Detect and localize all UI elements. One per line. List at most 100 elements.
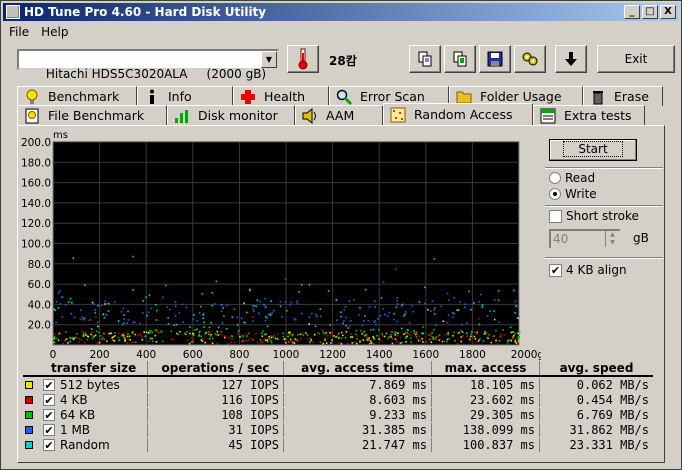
series-checkbox[interactable]: ✔	[43, 393, 55, 406]
magnifier-icon	[336, 89, 352, 105]
scatter-point	[322, 342, 325, 345]
scatter-point	[162, 296, 164, 299]
align-checkbox[interactable]: ✔	[549, 263, 562, 277]
scatter-point	[284, 278, 287, 281]
tab-aam[interactable]: AAM	[295, 105, 383, 125]
tab-file-benchmark[interactable]: File Benchmark	[17, 105, 167, 125]
y-tick-label: 120.0	[21, 218, 51, 230]
scatter-point	[470, 333, 472, 335]
scatter-point	[461, 331, 464, 333]
title-bar[interactable]: HD Tune Pro 4.60 - Hard Disk Utility _ □…	[3, 3, 679, 21]
scatter-point	[502, 329, 504, 331]
scatter-point	[256, 299, 259, 301]
thermometer-icon[interactable]	[287, 45, 319, 73]
maximize-button[interactable]: □	[642, 5, 658, 19]
scatter-point	[314, 325, 317, 328]
y-tick-label: 40.0	[28, 299, 51, 311]
tab-erase[interactable]: Erase	[583, 86, 663, 106]
header-ops: operations / sec	[147, 361, 283, 375]
x-tick-label: 1800	[459, 349, 486, 361]
read-radio[interactable]	[549, 172, 561, 184]
start-button[interactable]: Start	[549, 139, 637, 161]
tab-disk-monitor[interactable]: Disk monitor	[167, 105, 295, 125]
scatter-point	[285, 310, 288, 312]
x-tick-label: 600	[183, 349, 203, 361]
close-button[interactable]: X	[660, 5, 676, 19]
scatter-point	[342, 322, 344, 325]
scatter-point	[186, 330, 188, 333]
write-option[interactable]: Write	[549, 187, 597, 201]
info-icon	[144, 89, 160, 105]
scatter-point	[463, 306, 466, 309]
scatter-point	[456, 342, 459, 345]
short-stroke-option[interactable]: Short stroke	[549, 209, 639, 223]
scatter-point	[518, 315, 520, 318]
spinner-arrows-icon[interactable]: ▲ ▼	[605, 231, 619, 247]
scatter-point	[201, 337, 204, 340]
scatter-point	[345, 324, 348, 327]
download-icon[interactable]	[555, 45, 587, 73]
tab-health[interactable]: Health	[233, 86, 329, 106]
options-icon[interactable]	[514, 45, 546, 73]
avg-access-cell: 21.747 ms	[283, 437, 431, 452]
scatter-point	[415, 336, 418, 338]
scatter-point	[160, 331, 163, 333]
scatter-point	[408, 322, 411, 324]
scatter-point	[514, 300, 517, 303]
scatter-point	[432, 338, 434, 340]
scatter-point	[405, 341, 407, 343]
short-stroke-checkbox[interactable]	[549, 209, 562, 223]
scatter-point	[226, 342, 229, 345]
transfer-size-cell: ✔ 4 KB	[23, 393, 147, 407]
scatter-point	[287, 340, 290, 343]
scatter-point	[78, 341, 81, 343]
short-stroke-spinner[interactable]: 40 ▲ ▼	[549, 229, 621, 249]
scatter-point	[127, 332, 129, 335]
tab-extra-tests[interactable]: Extra tests	[533, 105, 645, 125]
scatter-point	[296, 300, 298, 303]
drive-select[interactable]: Hitachi HDS5C3020ALA (2000 gB) ▼	[17, 49, 279, 81]
exit-button[interactable]: Exit	[597, 45, 675, 73]
scatter-point	[452, 316, 454, 318]
series-checkbox[interactable]: ✔	[43, 378, 55, 391]
align-option[interactable]: ✔ 4 KB align	[549, 263, 627, 277]
series-checkbox[interactable]: ✔	[43, 423, 55, 436]
scatter-point	[113, 301, 116, 303]
minimize-button[interactable]: _	[624, 5, 640, 19]
tab-benchmark[interactable]: Benchmark	[17, 86, 137, 106]
scatter-point	[252, 315, 254, 318]
scatter-point	[460, 329, 462, 332]
scatter-point	[349, 336, 352, 338]
menu-file[interactable]: File	[3, 25, 35, 39]
scatter-point	[220, 330, 223, 333]
scatter-point	[95, 316, 97, 318]
tab-info[interactable]: Info	[137, 86, 233, 106]
scatter-point	[86, 338, 89, 341]
series-checkbox[interactable]: ✔	[43, 438, 55, 451]
scatter-point	[500, 333, 502, 336]
scatter-point	[350, 333, 353, 335]
write-radio[interactable]	[549, 188, 561, 200]
tab-random-access[interactable]: Random Access	[383, 103, 533, 125]
scatter-point	[57, 333, 60, 336]
scatter-point	[381, 335, 384, 337]
scatter-point	[281, 316, 283, 318]
scatter-point	[366, 339, 369, 342]
read-option[interactable]: Read	[549, 171, 595, 185]
scatter-point	[422, 341, 424, 343]
scatter-point	[83, 317, 86, 320]
series-checkbox[interactable]: ✔	[43, 408, 55, 421]
scatter-point	[380, 339, 383, 342]
scatter-point	[84, 332, 87, 334]
scatter-point	[131, 332, 134, 335]
chevron-down-icon[interactable]: ▼	[261, 51, 277, 68]
menu-help[interactable]: Help	[35, 25, 74, 39]
scatter-point	[78, 337, 81, 340]
scatter-point	[142, 300, 145, 302]
copy-icon[interactable]	[409, 45, 441, 73]
save-icon[interactable]	[479, 45, 511, 73]
scatter-point	[514, 332, 516, 335]
y-tick-label: 140.0	[21, 198, 51, 210]
copy-all-icon[interactable]	[444, 45, 476, 73]
scatter-point	[127, 319, 130, 321]
